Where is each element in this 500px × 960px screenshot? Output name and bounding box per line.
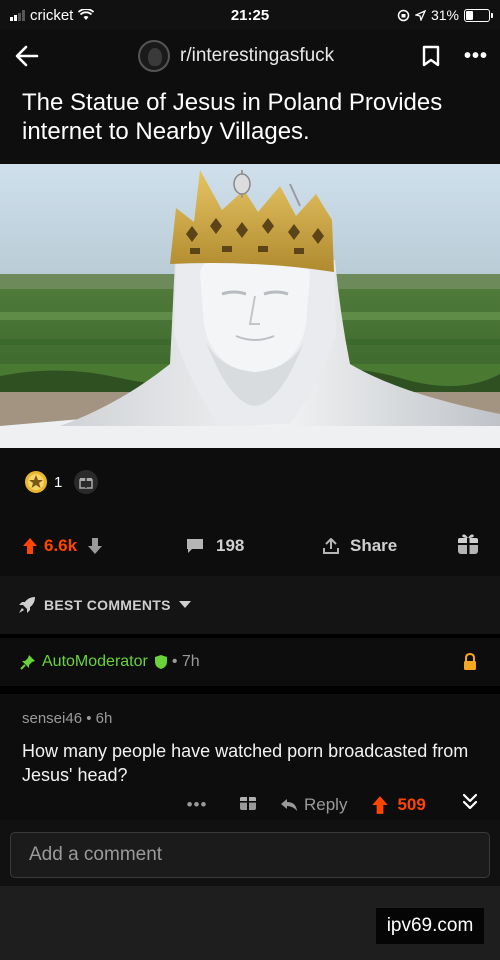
post-image[interactable] (0, 164, 500, 448)
more-options-button[interactable]: ••• (464, 45, 488, 68)
statue-photo (0, 164, 500, 448)
comment-time: 6h (95, 710, 113, 727)
gift-box-icon (458, 533, 478, 554)
wifi-icon (78, 9, 95, 20)
award-button[interactable] (456, 532, 480, 561)
awards-row: 1 (0, 448, 500, 516)
comment-body: How many people have watched porn broadc… (22, 741, 469, 785)
status-time: 21:25 (230, 6, 270, 24)
back-button[interactable] (12, 41, 42, 71)
comment-upvote-icon[interactable] (371, 795, 389, 815)
pin-icon (20, 655, 35, 670)
add-comment-placeholder: Add a comment (29, 844, 163, 865)
comment-author[interactable]: sensei46 (22, 710, 82, 727)
status-bar: cricket 21:25 31% (0, 0, 500, 30)
add-comment-input[interactable]: Add a comment (10, 832, 490, 878)
moderator-comment-time: • 7h (171, 653, 200, 670)
back-arrow-icon (15, 45, 39, 67)
comment-award-button[interactable] (238, 792, 258, 817)
reply-button[interactable]: Reply (280, 795, 347, 815)
post-title-area: The Statue of Jesus in Poland Provides i… (0, 82, 500, 164)
comment-votes: 509 (371, 794, 426, 815)
subreddit-name: r/interestingasfuck (180, 45, 335, 66)
comment-sort-button[interactable]: BEST COMMENTS (0, 576, 500, 634)
comment[interactable]: sensei46 • 6h How many people have watch… (0, 686, 500, 826)
collapse-thread-button[interactable] (462, 793, 478, 816)
status-left: cricket (10, 6, 95, 24)
comment-vote-count: 509 (397, 794, 426, 814)
moderator-author[interactable]: AutoModerator (20, 653, 168, 671)
watermark: ipv69.com (376, 908, 484, 944)
gift-icon (240, 797, 256, 810)
status-right: 31% (397, 7, 493, 23)
mod-shield-icon (154, 655, 167, 669)
rocket-icon (19, 597, 35, 613)
award-badge[interactable]: 1 (24, 470, 62, 494)
give-award-button[interactable] (74, 470, 99, 494)
reply-arrow-icon (281, 798, 297, 811)
vote-controls: 6.6k (22, 536, 103, 556)
battery-percent: 31% (430, 7, 459, 23)
double-chevron-down-icon (462, 793, 478, 810)
stickied-comment[interactable]: AutoModerator • 7h (0, 634, 500, 686)
share-label: Share (350, 536, 398, 555)
comment-meta: sensei46 • 6h (22, 710, 478, 727)
gift-icon (79, 478, 94, 489)
helpful-award-icon (25, 471, 47, 493)
top-actions: ••• (422, 45, 488, 68)
share-icon (323, 538, 339, 554)
award-count: 1 (54, 473, 63, 491)
upvote-icon[interactable] (22, 537, 38, 555)
subreddit-link[interactable]: r/interestingasfuck (138, 40, 334, 72)
post-title: The Statue of Jesus in Poland Provides i… (22, 89, 443, 145)
comment-bubble-icon (187, 539, 203, 553)
lock-icon (464, 653, 476, 670)
downvote-icon[interactable] (87, 537, 103, 555)
comment-more-button[interactable]: ••• (182, 795, 212, 815)
location-icon (414, 9, 426, 21)
composer-bar: Add a comment (0, 820, 500, 886)
chevron-down-icon (178, 601, 191, 608)
comment-count: 198 (216, 536, 245, 555)
signal-icon (10, 9, 25, 21)
moderator-time-value: 7h (181, 653, 200, 670)
post-header: r/interestingasfuck ••• (0, 30, 500, 82)
post-actions: 6.6k 198 Share (0, 516, 500, 576)
subreddit-avatar (138, 40, 170, 72)
carrier-name: cricket (30, 6, 74, 24)
comment-actions: ••• Reply 509 (182, 792, 478, 817)
battery-icon (464, 8, 493, 22)
comments-button[interactable]: 198 (186, 536, 244, 556)
orientation-lock-icon (397, 9, 410, 21)
comment-composer: Add a comment ipv69.com (0, 820, 500, 960)
sort-label: BEST COMMENTS (44, 597, 171, 613)
share-button[interactable]: Share (322, 536, 397, 556)
reply-label: Reply (304, 794, 348, 814)
meta-separator: • (86, 710, 96, 727)
moderator-name: AutoModerator (42, 653, 148, 670)
upvote-count: 6.6k (44, 536, 78, 555)
save-bookmark-icon[interactable] (422, 45, 440, 67)
